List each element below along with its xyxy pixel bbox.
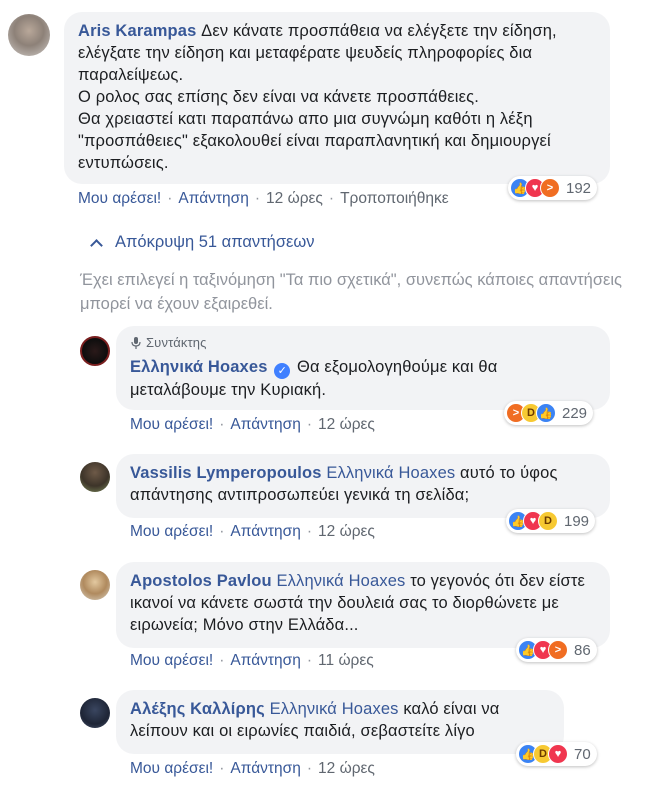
reply-button[interactable]: Απάντηση [230,523,300,540]
reply-actions: Μου αρέσει! · Απάντηση · 12 ώρες [130,760,375,777]
mention-tag[interactable]: Ελληνικά Hoaxes [276,572,405,590]
comment-author[interactable]: Aris Karampas [78,22,196,40]
like-reaction-icon: 👍 [536,403,556,423]
timestamp[interactable]: 11 ώρες [318,652,374,669]
reply-button[interactable]: Απάντηση [230,760,300,777]
reaction-summary[interactable]: 👍 D ♥ 70 [516,742,597,766]
timestamp[interactable]: 12 ώρες [318,416,375,433]
reply-bubble: Apostolos Pavlou Ελληνικά Hoaxes το γεγο… [116,562,610,648]
reply-bubble: Αλέξης Καλλίρης Ελληνικά Hoaxes καλό είν… [116,690,564,754]
angry-reaction-icon: > [540,178,560,198]
reply-button[interactable]: Απάντηση [230,652,300,669]
timestamp[interactable]: 12 ώρες [318,760,375,777]
microphone-icon [131,337,141,349]
like-button[interactable]: Μου αρέσει! [130,760,213,777]
reaction-count: 70 [574,745,591,763]
timestamp[interactable]: 12 ώρες [318,523,375,540]
editor-badge: Συντάκτης [130,332,596,354]
timestamp[interactable]: 12 ώρες [266,190,323,207]
chevron-up-icon [90,238,103,252]
reply-actions: Μου αρέσει! · Απάντηση · 12 ώρες [130,523,375,540]
reply-bubble: Συντάκτης Ελληνικά Hoaxes ✓ Θα εξομολογη… [116,326,610,410]
like-button[interactable]: Μου αρέσει! [78,190,161,207]
reaction-summary[interactable]: > D 👍 229 [504,401,594,425]
reaction-summary[interactable]: 👍 ♥ > 192 [508,176,598,200]
comment-bubble: Aris Karampas Δεν κάνατε προσπάθεια να ε… [64,12,610,184]
like-button[interactable]: Μου αρέσει! [130,523,213,540]
reaction-summary[interactable]: 👍 ♥ D 199 [506,509,596,533]
reply-button[interactable]: Απάντηση [178,190,248,207]
edited-label[interactable]: Τροποποιήθηκε [340,190,449,207]
comment-text: Δεν κάνατε προσπάθεια να ελέγξετε την εί… [78,22,557,172]
reply-author[interactable]: Ελληνικά Hoaxes [130,358,268,376]
reaction-count: 192 [566,179,592,197]
reply-author[interactable]: Αλέξης Καλλίρης [130,700,265,718]
sort-notice: Έχει επιλεγεί η ταξινόμηση "Τα πιο σχετι… [80,271,623,313]
like-button[interactable]: Μου αρέσει! [130,416,213,433]
mention-tag[interactable]: Ελληνικά Hoaxes [270,700,399,718]
reply-actions: Μου αρέσει! · Απάντηση · 12 ώρες [130,416,375,433]
reaction-count: 86 [574,641,591,659]
hide-replies-label: Απόκρυψη 51 απαντήσεων [115,233,315,251]
like-button[interactable]: Μου αρέσει! [130,652,213,669]
avatar[interactable] [8,14,50,56]
comment-actions: Μου αρέσει! · Απάντηση · 12 ώρες · Τροποποιήθη… [78,190,449,207]
reply-author[interactable]: Apostolos Pavlou [130,572,272,590]
verified-icon: ✓ [274,363,291,379]
reaction-summary[interactable]: 👍 ♥ > 86 [516,638,597,662]
mention-tag[interactable]: Ελληνικά Hoaxes [326,464,455,482]
haha-reaction-icon: D [538,511,558,531]
reaction-count: 229 [562,404,588,422]
avatar[interactable] [80,336,110,366]
reaction-count: 199 [564,512,590,530]
avatar[interactable] [80,698,110,728]
reply-button[interactable]: Απάντηση [230,416,300,433]
avatar[interactable] [80,462,110,492]
avatar[interactable] [80,570,110,600]
reply-actions: Μου αρέσει! · Απάντηση · 11 ώρες [130,652,374,669]
love-reaction-icon: ♥ [548,744,568,764]
hide-replies-button[interactable]: Απόκρυψη 51 απαντήσεων [88,233,315,252]
reply-author[interactable]: Vassilis Lymperopoulos [130,464,322,482]
angry-reaction-icon: > [548,640,568,660]
